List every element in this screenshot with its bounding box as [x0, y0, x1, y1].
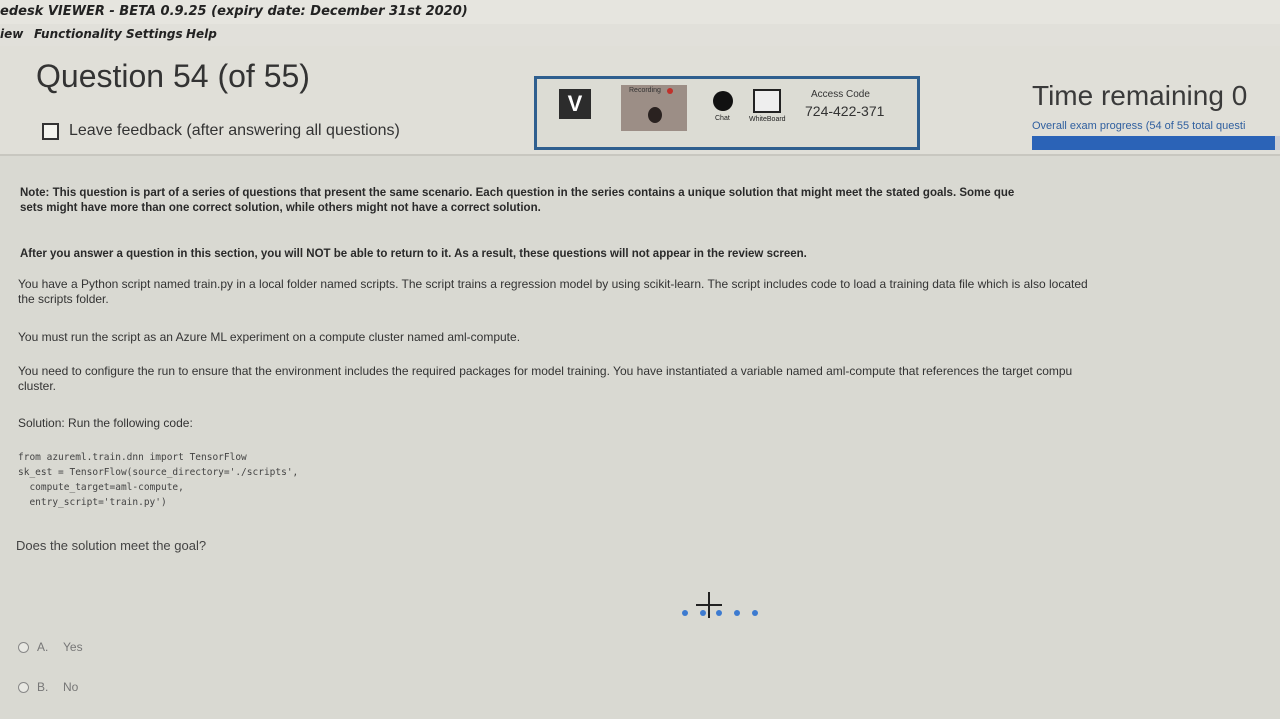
option-key: A.	[37, 640, 49, 654]
exam-header: Question 54 (of 55) Leave feedback (afte…	[0, 46, 1280, 156]
exam-progress-fill	[1032, 136, 1276, 150]
access-code-value: 724-422-371	[805, 103, 885, 119]
menu-functionality[interactable]: Functionality	[34, 27, 122, 41]
code-line: from azureml.train.dnn import TensorFlow	[18, 452, 247, 463]
menu-help[interactable]: Help	[186, 27, 217, 41]
progress-label: Overall exam progress (54 of 55 total qu…	[1032, 120, 1246, 132]
code-line: compute_target=aml-compute,	[18, 482, 184, 493]
leave-feedback-checkbox[interactable]: Leave feedback (after answering all ques…	[42, 122, 400, 140]
radio-b[interactable]	[18, 681, 29, 693]
code-line: sk_est = TensorFlow(source_directory='./…	[18, 467, 299, 478]
loading-dot-icon	[752, 610, 758, 616]
scenario-paragraph-3: You need to configure the run to ensure …	[18, 364, 1072, 394]
note-line-1: Note: This question is part of a series …	[20, 187, 1015, 199]
scenario-line-2: the scripts folder.	[18, 292, 109, 306]
access-code-label: Access Code	[811, 89, 870, 100]
chat-label[interactable]: Chat	[715, 115, 730, 122]
goal-question: Does the solution meet the goal?	[16, 538, 207, 553]
option-label: No	[63, 680, 79, 694]
title-bar: edesk VIEWER - BETA 0.9.25 (expiry date:…	[0, 0, 1280, 24]
chat-icon[interactable]	[713, 91, 733, 111]
time-remaining: Time remaining 0	[1032, 80, 1248, 111]
question-content: Note: This question is part of a series …	[0, 156, 1280, 719]
user-silhouette-icon	[648, 107, 662, 123]
menu-bar: iew Functionality Settings Help	[0, 24, 1280, 46]
loading-indicator	[680, 592, 770, 630]
series-note: Note: This question is part of a series …	[20, 186, 1280, 216]
scenario-line-1: You have a Python script named train.py …	[18, 277, 1088, 291]
recording-label: Recording	[629, 87, 661, 94]
option-b[interactable]: B. No	[18, 680, 78, 694]
whiteboard-label[interactable]: WhiteBoard	[749, 116, 786, 123]
loading-dot-icon	[734, 610, 740, 616]
proctor-logo: V	[559, 89, 591, 119]
webcam-preview: Recording	[621, 85, 687, 131]
option-label: Yes	[63, 640, 83, 654]
loading-dot-icon	[716, 610, 722, 616]
feedback-label: Leave feedback (after answering all ques…	[69, 122, 400, 139]
scenario-paragraph-2: You must run the script as an Azure ML e…	[18, 330, 521, 344]
menu-settings[interactable]: Settings	[126, 27, 183, 41]
no-return-warning: After you answer a question in this sect…	[20, 248, 807, 260]
note-line-2: sets might have more than one correct so…	[20, 202, 541, 214]
code-snippet: from azureml.train.dnn import TensorFlow…	[18, 450, 298, 510]
app-title: edesk VIEWER - BETA 0.9.25 (expiry date:…	[0, 4, 468, 19]
radio-a[interactable]	[18, 641, 29, 653]
requirement-line-1: You need to configure the run to ensure …	[18, 364, 1073, 378]
option-key: B.	[37, 680, 49, 694]
question-title: Question 54 (of 55)	[36, 58, 310, 94]
exam-progress-bar	[1032, 136, 1280, 150]
recording-dot-icon	[667, 88, 673, 94]
code-line: entry_script='train.py')	[18, 497, 167, 508]
scenario-paragraph-1: You have a Python script named train.py …	[18, 277, 1088, 307]
checkbox-icon[interactable]	[42, 122, 59, 140]
proctor-panel: V Recording Chat WhiteBoard Access Code …	[534, 76, 920, 150]
menu-view[interactable]: iew	[0, 27, 23, 41]
loading-dot-icon	[700, 610, 706, 616]
requirement-line-2: cluster.	[18, 379, 57, 393]
loading-dot-icon	[682, 610, 688, 616]
solution-label: Solution: Run the following code:	[18, 416, 193, 430]
crosshair-cursor-icon	[696, 604, 722, 606]
whiteboard-icon[interactable]	[753, 89, 781, 113]
option-a[interactable]: A. Yes	[18, 640, 83, 654]
